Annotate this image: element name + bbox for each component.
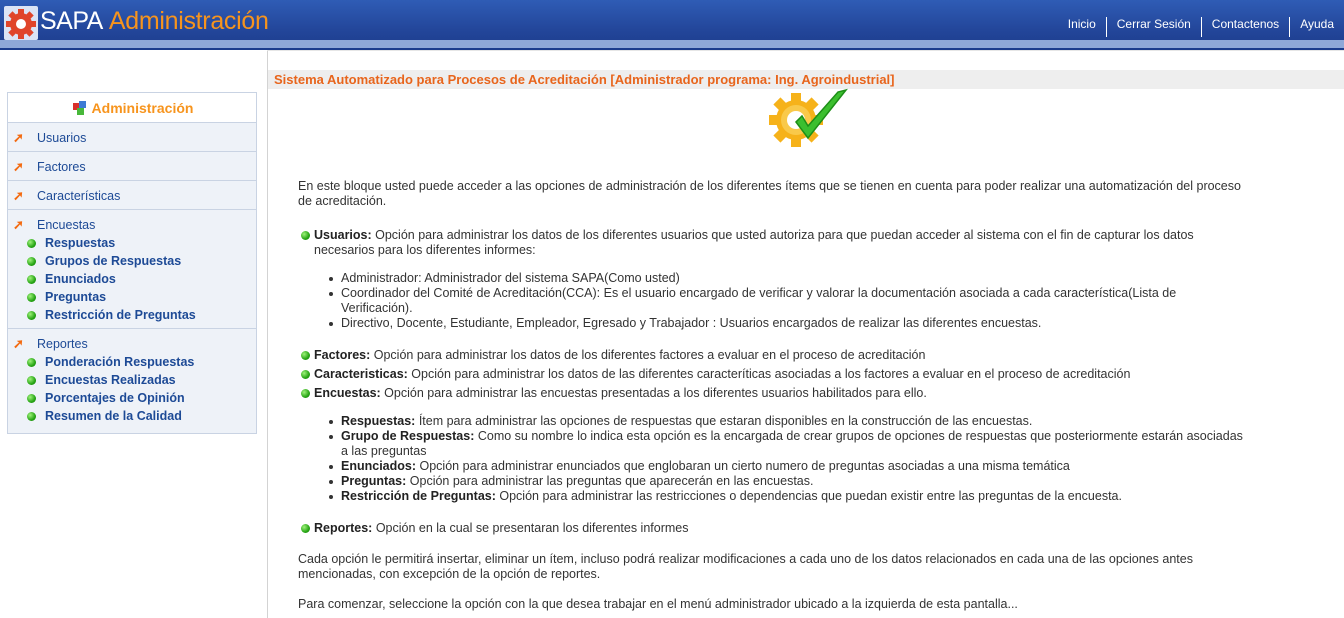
sidebar-item-reportes[interactable]: ➚ Reportes [8, 335, 256, 353]
sidebar-subitem-label: Respuestas [45, 236, 116, 250]
green-dot-icon [27, 393, 36, 403]
sidebar-section-factores: ➚ Factores [8, 152, 256, 181]
brand-main: SAPA [40, 7, 103, 35]
sidebar-subitem-label: Restricción de Preguntas [45, 308, 196, 322]
sidebar-item-label: Reportes [37, 337, 88, 351]
sidebar-subitem-label: Resumen de la Calidad [45, 409, 182, 423]
green-dot-icon [27, 411, 36, 421]
list-item: Respuestas: Ítem para administrar las op… [298, 414, 1248, 429]
arrow-icon: ➚ [13, 188, 24, 203]
green-dot-icon [27, 310, 36, 320]
arrow-icon: ➚ [13, 130, 24, 145]
sidebar-section-reportes: ➚ Reportes Ponderación Respuestas Encues… [8, 329, 256, 429]
reportes-description: Reportes: Opción en la cual se presentar… [298, 521, 1248, 536]
usuarios-description: Usuarios: Opción para administrar los da… [298, 228, 1248, 258]
green-dot-icon [27, 357, 36, 367]
content-divider [267, 50, 268, 618]
green-dot-icon [27, 238, 36, 248]
sidebar-subitem-label: Preguntas [45, 290, 107, 304]
list-item: Preguntas: Opción para administrar las p… [298, 474, 1248, 489]
green-dot-icon [27, 256, 36, 266]
green-dot-icon [301, 231, 310, 240]
header-stripe [0, 40, 1344, 48]
sidebar-section-usuarios: ➚ Usuarios [8, 123, 256, 152]
closing-paragraph: Cada opción le permitirá insertar, elimi… [298, 552, 1193, 581]
nav-ayuda-link[interactable]: Ayuda [1289, 17, 1344, 37]
sidebar-title: Administración [91, 99, 194, 116]
green-dot-icon [301, 351, 310, 360]
sidebar-subitem-ponderacion[interactable]: Ponderación Respuestas [8, 353, 256, 371]
sidebar-item-encuestas[interactable]: ➚ Encuestas [8, 216, 256, 234]
green-dot-icon [301, 370, 310, 379]
sidebar-item-usuarios[interactable]: ➚ Usuarios [8, 129, 256, 147]
sidebar-subitem-encuestas-realizadas[interactable]: Encuestas Realizadas [8, 371, 256, 389]
list-item: Administrador: Administrador del sistema… [298, 271, 1248, 286]
list-item: Directivo, Docente, Estudiante, Empleado… [298, 316, 1248, 331]
page-title: Sistema Automatizado para Procesos de Ac… [274, 72, 895, 87]
caracteristicas-description: Caracteristicas: Opción para administrar… [298, 367, 1248, 382]
sidebar-item-factores[interactable]: ➚ Factores [8, 158, 256, 176]
top-nav: Inicio Cerrar Sesión Contactenos Ayuda [1058, 17, 1344, 37]
list-item: Coordinador del Comité de Acreditación(C… [298, 286, 1248, 316]
factores-description: Factores: Opción para administrar los da… [298, 348, 1248, 363]
admin-sidebar: Administración ➚ Usuarios ➚ Factores ➚ C… [7, 92, 257, 434]
list-item: Restricción de Preguntas: Opción para ad… [298, 489, 1248, 504]
page-title-bar: Sistema Automatizado para Procesos de Ac… [268, 70, 1344, 89]
instruction-paragraph: Para comenzar, seleccione la opción con … [298, 597, 1018, 611]
green-dot-icon [27, 274, 36, 284]
sidebar-item-label: Características [37, 189, 121, 203]
sidebar-item-label: Encuestas [37, 218, 96, 232]
sidebar-subitem-porcentajes[interactable]: Porcentajes de Opinión [8, 389, 256, 407]
sidebar-subitem-enunciados[interactable]: Enunciados [8, 270, 256, 288]
arrow-icon: ➚ [13, 336, 24, 351]
sidebar-subitem-resumen-calidad[interactable]: Resumen de la Calidad [8, 407, 256, 425]
blocks-icon [72, 100, 86, 115]
green-dot-icon [27, 292, 36, 302]
sidebar-section-caracteristicas: ➚ Características [8, 181, 256, 210]
sidebar-subitem-label: Enunciados [45, 272, 116, 286]
sidebar-subitem-label: Porcentajes de Opinión [45, 391, 185, 405]
gear-checkmark-icon [769, 88, 848, 147]
nav-inicio-link[interactable]: Inicio [1058, 17, 1106, 37]
usuarios-text: Usuarios: Opción para administrar los da… [314, 228, 1194, 257]
brand-sub: Administración [108, 7, 269, 35]
sidebar-subitem-preguntas[interactable]: Preguntas [8, 288, 256, 306]
sidebar-item-label: Factores [37, 160, 86, 174]
green-dot-icon [301, 389, 310, 398]
encuestas-description: Encuestas: Opción para administrar las e… [298, 386, 1248, 401]
sidebar-item-label: Usuarios [37, 131, 87, 145]
sidebar-subitem-label: Ponderación Respuestas [45, 355, 195, 369]
sidebar-subitem-label: Encuestas Realizadas [45, 373, 176, 387]
intro-paragraph: En este bloque usted puede acceder a las… [298, 179, 1241, 208]
sidebar-section-encuestas: ➚ Encuestas Respuestas Grupos de Respues… [8, 210, 256, 329]
usuarios-list: Administrador: Administrador del sistema… [298, 271, 1248, 331]
list-item: Grupo de Respuestas: Como su nombre lo i… [298, 429, 1248, 459]
top-header: SAPA Administración Inicio Cerrar Sesión … [0, 0, 1344, 50]
sidebar-subitem-label: Grupos de Respuestas [45, 254, 182, 268]
nav-cerrar-sesion-link[interactable]: Cerrar Sesión [1105, 17, 1201, 37]
green-dot-icon [301, 524, 310, 533]
sidebar-header: Administración [8, 93, 256, 123]
encuestas-list: Respuestas: Ítem para administrar las op… [298, 414, 1248, 504]
sidebar-subitem-restriccion-preguntas[interactable]: Restricción de Preguntas [8, 306, 256, 324]
app-brand: SAPA Administración [40, 6, 269, 36]
green-dot-icon [27, 375, 36, 385]
nav-contactenos-link[interactable]: Contactenos [1200, 17, 1289, 37]
sidebar-subitem-respuestas[interactable]: Respuestas [8, 234, 256, 252]
arrow-icon: ➚ [13, 159, 24, 174]
list-item: Enunciados: Opción para administrar enun… [298, 459, 1248, 474]
gear-logo-icon [4, 6, 38, 40]
content-top-rule [267, 50, 1344, 51]
arrow-icon: ➚ [13, 217, 24, 232]
sidebar-item-caracteristicas[interactable]: ➚ Características [8, 187, 256, 205]
sidebar-subitem-grupos-respuestas[interactable]: Grupos de Respuestas [8, 252, 256, 270]
